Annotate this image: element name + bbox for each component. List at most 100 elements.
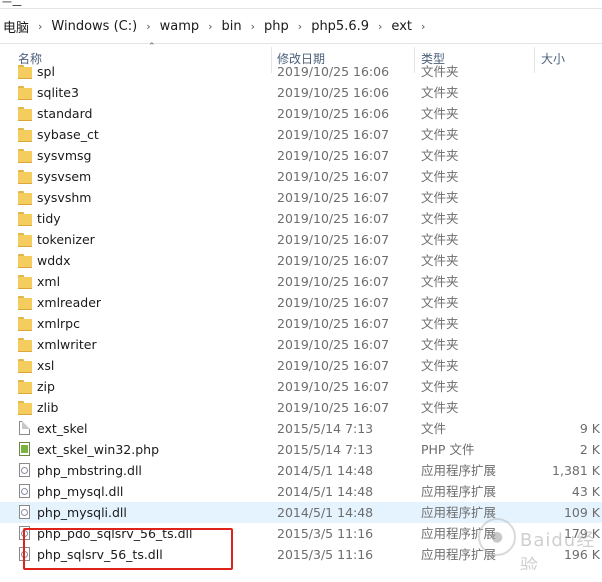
breadcrumb-bin[interactable]: bin xyxy=(219,19,245,34)
file-name: php_pdo_sqlsrv_56_ts.dll xyxy=(37,526,193,541)
file-size: 1,381 K xyxy=(552,463,600,478)
file-name: sysvmsg xyxy=(37,148,92,163)
file-name: sybase_ct xyxy=(37,127,99,142)
file-row[interactable]: sysvmsg 2019/10/25 16:07 文件夹 xyxy=(0,145,602,166)
file-type: 文件夹 xyxy=(421,295,459,310)
file-type: 应用程序扩展 xyxy=(421,505,497,520)
file-name: xsl xyxy=(37,358,55,373)
file-modified-date: 2019/10/25 16:06 xyxy=(277,106,390,121)
file-explorer-window: 一二 电脑 › Windows (C:) › wamp › bin › php … xyxy=(0,0,602,582)
file-row[interactable]: xml 2019/10/25 16:07 文件夹 xyxy=(0,271,602,292)
folder-icon xyxy=(18,64,32,79)
file-modified-date: 2015/5/14 7:13 xyxy=(277,421,374,436)
file-name: spl xyxy=(37,64,55,79)
file-size: 2 K xyxy=(579,442,600,457)
chevron-right-icon[interactable]: › xyxy=(32,20,48,33)
file-name: zlib xyxy=(37,400,59,415)
file-modified-date: 2019/10/25 16:07 xyxy=(277,274,390,289)
file-type: 应用程序扩展 xyxy=(421,484,497,499)
file-modified-date: 2019/10/25 16:07 xyxy=(277,148,390,163)
file-type: 应用程序扩展 xyxy=(421,526,497,541)
file-row[interactable]: xmlrpc 2019/10/25 16:07 文件夹 xyxy=(0,313,602,334)
folder-icon xyxy=(18,337,32,352)
file-row[interactable]: sysvshm 2019/10/25 16:07 文件夹 xyxy=(0,187,602,208)
breadcrumb-php[interactable]: php xyxy=(261,19,292,34)
dll-file-icon xyxy=(18,526,32,541)
file-modified-date: 2015/3/5 11:16 xyxy=(277,526,374,541)
file-row[interactable]: ext_skel 2015/5/14 7:13 文件 9 K xyxy=(0,418,602,439)
file-name: zip xyxy=(37,379,55,394)
file-name: php_mysqli.dll xyxy=(37,505,127,520)
file-size: 109 K xyxy=(563,505,600,520)
file-row[interactable]: standard 2019/10/25 16:06 文件夹 xyxy=(0,103,602,124)
breadcrumb-wamp[interactable]: wamp xyxy=(157,19,203,34)
file-type: 应用程序扩展 xyxy=(421,463,497,478)
file-modified-date: 2019/10/25 16:07 xyxy=(277,379,390,394)
chevron-right-icon[interactable]: › xyxy=(292,20,308,33)
file-size: 9 K xyxy=(579,421,600,436)
chevron-right-icon[interactable]: › xyxy=(140,20,156,33)
file-row[interactable]: tokenizer 2019/10/25 16:07 文件夹 xyxy=(0,229,602,250)
file-name: standard xyxy=(37,106,93,121)
file-row[interactable]: php_mbstring.dll 2014/5/1 14:48 应用程序扩展 1,38… xyxy=(0,460,602,481)
chevron-right-icon[interactable]: › xyxy=(202,20,218,33)
file-name: ext_skel_win32.php xyxy=(37,442,160,457)
file-name: xml xyxy=(37,274,61,289)
breadcrumb-ext[interactable]: ext xyxy=(388,19,415,34)
file-name: php_mbstring.dll xyxy=(37,463,142,478)
file-row[interactable]: wddx 2019/10/25 16:07 文件夹 xyxy=(0,250,602,271)
sort-ascending-icon: ⌃ xyxy=(148,42,156,52)
chevron-right-icon[interactable]: › xyxy=(372,20,388,33)
breadcrumb-drive-c[interactable]: Windows (C:) xyxy=(48,19,140,34)
file-row[interactable]: sqlite3 2019/10/25 16:06 文件夹 xyxy=(0,82,602,103)
file-row[interactable]: php_mysql.dll 2014/5/1 14:48 应用程序扩展 43 K xyxy=(0,481,602,502)
file-type: 文件夹 xyxy=(421,106,459,121)
file-type: 文件夹 xyxy=(421,316,459,331)
file-modified-date: 2019/10/25 16:07 xyxy=(277,358,390,373)
chevron-right-icon[interactable]: › xyxy=(245,20,261,33)
file-type: 文件夹 xyxy=(421,211,459,226)
file-row[interactable]: php_mysqli.dll 2014/5/1 14:48 应用程序扩展 109 K xyxy=(0,502,602,523)
file-row[interactable]: sybase_ct 2019/10/25 16:07 文件夹 xyxy=(0,124,602,145)
file-row[interactable]: zip 2019/10/25 16:07 文件夹 xyxy=(0,376,602,397)
file-row[interactable]: tidy 2019/10/25 16:07 文件夹 xyxy=(0,208,602,229)
file-row[interactable]: php_sqlsrv_56_ts.dll 2015/3/5 11:16 应用程序扩展… xyxy=(0,544,602,565)
file-type: 文件夹 xyxy=(421,337,459,352)
folder-icon xyxy=(18,379,32,394)
file-type: 文件夹 xyxy=(421,358,459,373)
breadcrumb-php-version[interactable]: php5.6.9 xyxy=(308,19,372,34)
file-modified-date: 2019/10/25 16:07 xyxy=(277,232,390,247)
file-modified-date: 2019/10/25 16:06 xyxy=(277,64,390,79)
address-bar[interactable]: 电脑 › Windows (C:) › wamp › bin › php › p… xyxy=(0,8,602,44)
folder-icon xyxy=(18,400,32,415)
breadcrumb-computer[interactable]: 电脑 xyxy=(0,17,32,36)
file-row[interactable]: ext_skel_win32.php 2015/5/14 7:13 PHP 文件 2 … xyxy=(0,439,602,460)
chevron-right-icon[interactable]: › xyxy=(415,20,431,33)
file-modified-date: 2019/10/25 16:07 xyxy=(277,211,390,226)
file-type: PHP 文件 xyxy=(421,442,475,457)
file-row[interactable]: zlib 2019/10/25 16:07 文件夹 xyxy=(0,397,602,418)
file-row[interactable]: xmlwriter 2019/10/25 16:07 文件夹 xyxy=(0,334,602,355)
file-modified-date: 2019/10/25 16:07 xyxy=(277,127,390,142)
file-row[interactable]: sysvsem 2019/10/25 16:07 文件夹 xyxy=(0,166,602,187)
file-row[interactable]: spl 2019/10/25 16:06 文件夹 xyxy=(0,61,602,82)
file-type: 文件夹 xyxy=(421,190,459,205)
status-strip xyxy=(0,570,602,582)
file-modified-date: 2019/10/25 16:07 xyxy=(277,190,390,205)
file-name: sqlite3 xyxy=(37,85,79,100)
file-size: 196 K xyxy=(563,547,600,562)
file-type: 文件夹 xyxy=(421,85,459,100)
file-name: tidy xyxy=(37,211,61,226)
folder-icon xyxy=(18,211,32,226)
folder-icon xyxy=(18,169,32,184)
file-modified-date: 2019/10/25 16:07 xyxy=(277,169,390,184)
file-modified-date: 2019/10/25 16:07 xyxy=(277,400,390,415)
file-row[interactable]: php_pdo_sqlsrv_56_ts.dll 2015/3/5 11:16 应用… xyxy=(0,523,602,544)
window-top-strip: 一二 xyxy=(0,0,602,9)
file-name: xmlreader xyxy=(37,295,102,310)
file-size: 43 K xyxy=(571,484,600,499)
file-row[interactable]: xsl 2019/10/25 16:07 文件夹 xyxy=(0,355,602,376)
file-row[interactable]: xmlreader 2019/10/25 16:07 文件夹 xyxy=(0,292,602,313)
file-name: wddx xyxy=(37,253,71,268)
file-name: xmlrpc xyxy=(37,316,80,331)
